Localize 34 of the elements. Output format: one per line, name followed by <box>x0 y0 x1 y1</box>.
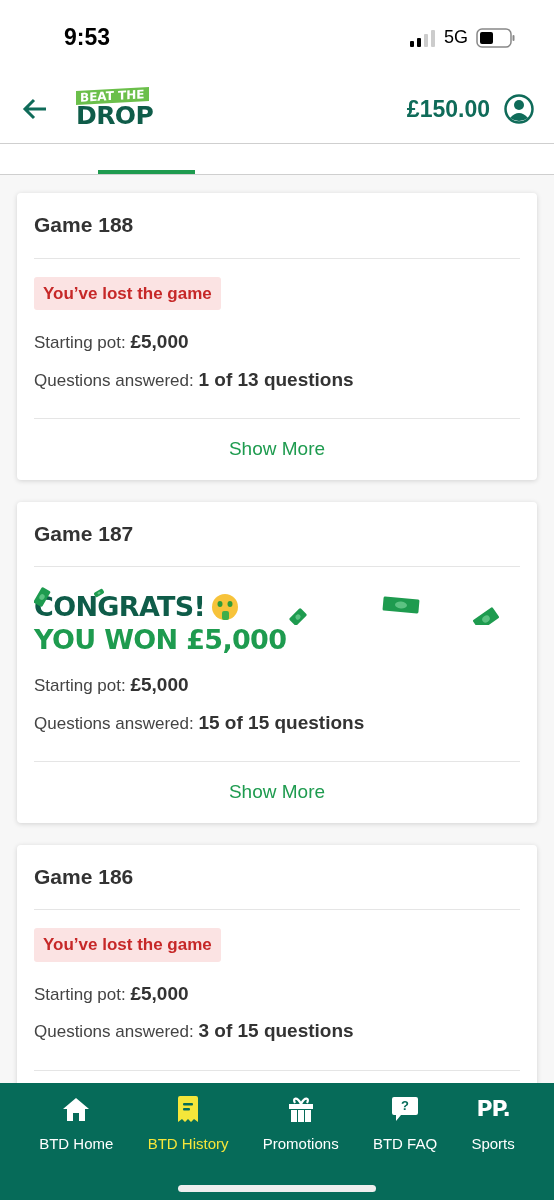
money-face-emoji-icon <box>211 593 240 621</box>
nav-tab[interactable]: BTD History <box>147 1095 229 1156</box>
show-more-button[interactable]: Show More <box>228 778 326 807</box>
gift-icon <box>287 1095 314 1123</box>
question-bubble-icon: ? <box>391 1095 420 1123</box>
account-icon <box>504 94 534 124</box>
battery-icon <box>476 27 516 48</box>
lost-badge: You’ve lost the game <box>34 276 221 310</box>
nav-tab[interactable]: BTD Home <box>39 1095 114 1156</box>
starting-pot-text: Starting pot: £5,000 <box>34 981 190 1006</box>
receipt-icon <box>176 1095 201 1123</box>
balance-text: £150.00 <box>406 94 490 124</box>
sports-logo-icon: PP. <box>476 1096 510 1122</box>
starting-pot-text: Starting pot: £5,000 <box>34 673 190 697</box>
starting-pot-text: Starting pot: £5,000 <box>34 330 190 354</box>
game-title: Game 186 <box>34 844 520 910</box>
signal-icon <box>410 28 436 47</box>
home-icon <box>62 1096 91 1122</box>
nav-tab[interactable]: PP. Sports <box>471 1095 515 1156</box>
status-time: 9:53 <box>64 23 111 53</box>
game-title: Game 187 <box>34 501 520 567</box>
nav-tab[interactable]: ? BTD FAQ <box>372 1095 438 1156</box>
questions-answered-text: Questions answered: 15 of 15 questions <box>34 710 366 735</box>
lost-badge: You’ve lost the game <box>34 928 221 962</box>
questions-answered-text: Questions answered: 1 of 13 questions <box>34 367 355 392</box>
show-more-button[interactable]: Show More <box>228 435 326 464</box>
back-arrow-icon <box>22 97 48 121</box>
game-title: Game 188 <box>34 193 520 259</box>
congrats-heading: CONGRATS! <box>34 591 206 623</box>
win-amount-heading: YOU WON £5,000 <box>34 623 288 657</box>
nav-tab[interactable]: Promotions <box>262 1095 339 1156</box>
logo: BEAT THE DROP <box>76 89 154 129</box>
questions-answered-text: Questions answered: 3 of 15 questions <box>34 1019 355 1043</box>
network-label: 5G <box>444 26 468 49</box>
